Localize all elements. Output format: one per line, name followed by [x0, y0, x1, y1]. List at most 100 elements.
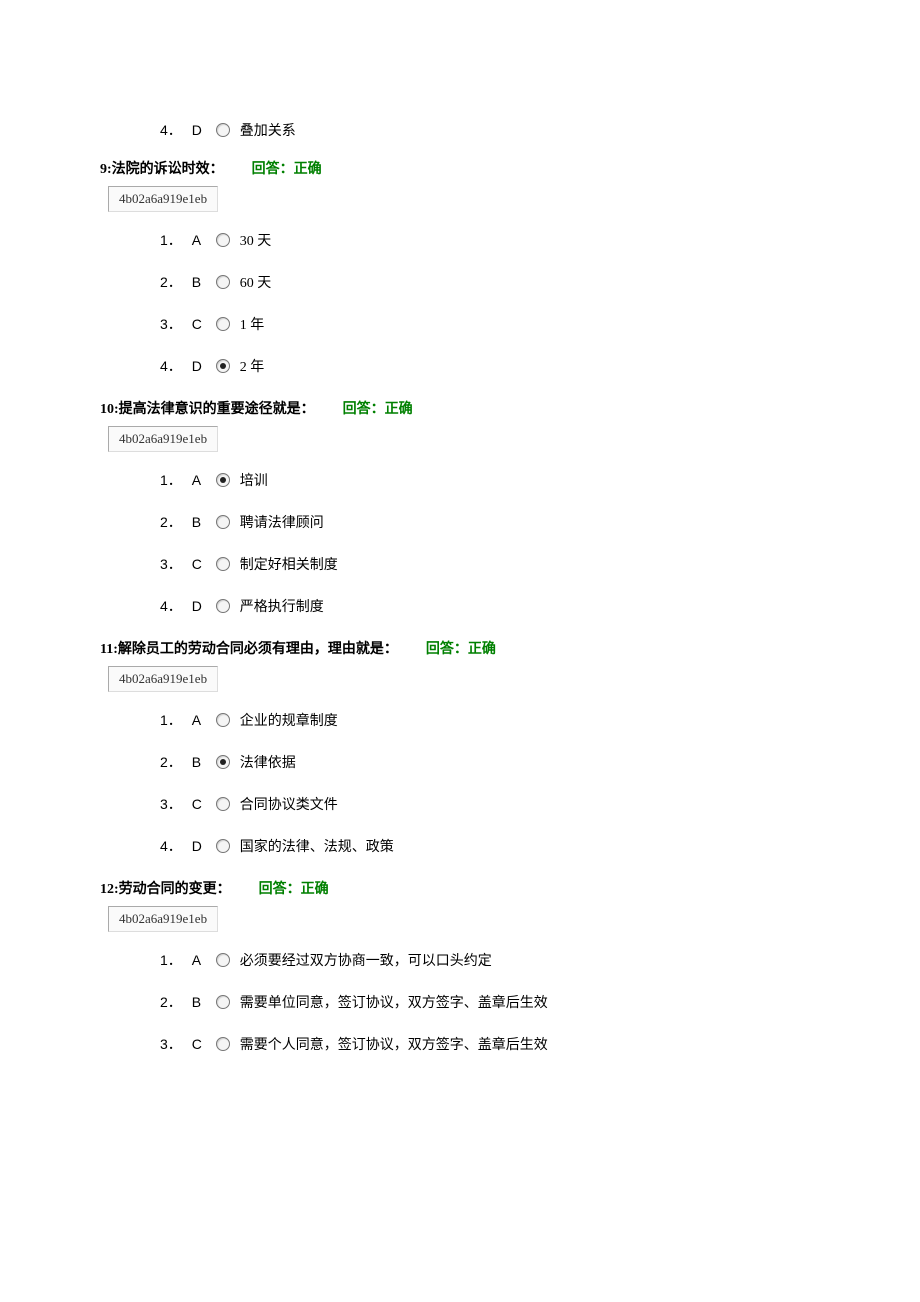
radio-icon[interactable] — [216, 995, 230, 1009]
radio-selected-icon[interactable] — [216, 755, 230, 769]
option-row: 4． D 2 年 — [160, 356, 820, 376]
options-list: 1． A 30 天 2． B 60 天 3． C 1 年 4． D 2 年 — [160, 230, 820, 376]
option-row: 1． A 必须要经过双方协商一致，可以口头约定 — [160, 950, 820, 970]
option-text: 法律依据 — [240, 752, 296, 772]
option-text: 培训 — [240, 470, 268, 490]
radio-icon[interactable] — [216, 123, 230, 137]
option-row: 4．D国家的法律、法规、政策 — [160, 836, 820, 856]
option-row: 3． C 合同协议类文件 — [160, 794, 820, 814]
option-row: 4．D严格执行制度 — [160, 596, 820, 616]
radio-icon[interactable] — [216, 599, 230, 613]
option-letter: A — [192, 232, 206, 248]
question-header: 11:解除员工的劳动合同必须有理由，理由就是： 回答：正确 — [100, 638, 820, 658]
document-page: 4． D 叠加关系 9:法院的诉讼时效： 回答：正确 4b02a6a919e1eb 1… — [0, 0, 920, 1116]
code-box: 4b02a6a919e1eb — [108, 186, 218, 212]
radio-icon[interactable] — [216, 557, 230, 571]
option-text: 必须要经过双方协商一致，可以口头约定 — [240, 950, 492, 970]
option-row: 3． C 需要个人同意，签订协议，双方签字、盖章后生效 — [160, 1034, 820, 1054]
option-letter: C — [192, 1036, 206, 1052]
options-list: 1．A必须要经过双方协商一致，可以口头约定2．B需要单位同意，签订协议，双方签字… — [160, 950, 820, 1054]
option-text: 2 年 — [240, 356, 265, 376]
option-number: 1． — [160, 950, 182, 970]
question-text: 法院的诉讼时效： — [112, 162, 224, 177]
option-number: 3． — [160, 1034, 182, 1054]
radio-icon[interactable] — [216, 317, 230, 331]
option-text: 严格执行制度 — [240, 596, 324, 616]
code-box: 4b02a6a919e1eb — [108, 426, 218, 452]
option-number: 2． — [160, 512, 182, 532]
question-number: 9: — [100, 162, 112, 177]
radio-icon[interactable] — [216, 275, 230, 289]
option-number: 2． — [160, 272, 182, 292]
option-letter: B — [192, 754, 206, 770]
option-text: 需要单位同意，签订协议，双方签字、盖章后生效 — [240, 992, 548, 1012]
option-letter: A — [192, 952, 206, 968]
option-letter: B — [192, 514, 206, 530]
question-number: 10: — [100, 402, 119, 417]
question-header: 9:法院的诉讼时效： 回答：正确 — [100, 158, 820, 178]
option-row: 2． B 法律依据 — [160, 752, 820, 772]
options-list: 1．A企业的规章制度2．B法律依据3．C合同协议类文件4．D国家的法律、法规、政… — [160, 710, 820, 856]
option-row: 1． A 培训 — [160, 470, 820, 490]
option-text: 聘请法律顾问 — [240, 512, 324, 532]
option-row: 3． C 1 年 — [160, 314, 820, 334]
option-letter: D — [192, 598, 206, 614]
option-text: 60 天 — [240, 272, 272, 292]
option-number: 4． — [160, 120, 182, 140]
radio-icon[interactable] — [216, 713, 230, 727]
option-text: 叠加关系 — [240, 120, 296, 140]
option-letter: C — [192, 556, 206, 572]
answer-feedback: 回答：正确 — [259, 882, 329, 897]
option-number: 3． — [160, 554, 182, 574]
option-number: 1． — [160, 710, 182, 730]
code-box: 4b02a6a919e1eb — [108, 906, 218, 932]
question-header: 12:劳动合同的变更： 回答：正确 — [100, 878, 820, 898]
question-text: 提高法律意识的重要途径就是： — [119, 402, 315, 417]
option-text: 需要个人同意，签订协议，双方签字、盖章后生效 — [240, 1034, 548, 1054]
option-text: 合同协议类文件 — [240, 794, 338, 814]
option-text: 1 年 — [240, 314, 265, 334]
radio-selected-icon[interactable] — [216, 473, 230, 487]
option-row: 3．C制定好相关制度 — [160, 554, 820, 574]
option-letter: A — [192, 712, 206, 728]
radio-icon[interactable] — [216, 1037, 230, 1051]
option-row: 1． A 企业的规章制度 — [160, 710, 820, 730]
option-number: 4． — [160, 836, 182, 856]
option-letter: D — [192, 838, 206, 854]
option-number: 3． — [160, 794, 182, 814]
answer-feedback: 回答：正确 — [252, 162, 322, 177]
option-letter: C — [192, 796, 206, 812]
option-row: 2． B 60 天 — [160, 272, 820, 292]
radio-icon[interactable] — [216, 797, 230, 811]
option-number: 2． — [160, 992, 182, 1012]
answer-feedback: 回答：正确 — [426, 642, 496, 657]
option-number: 3． — [160, 314, 182, 334]
option-row: 4． D 叠加关系 — [160, 120, 820, 140]
option-letter: D — [192, 122, 206, 138]
option-number: 1． — [160, 470, 182, 490]
option-letter: C — [192, 316, 206, 332]
radio-icon[interactable] — [216, 233, 230, 247]
radio-icon[interactable] — [216, 515, 230, 529]
question-text: 解除员工的劳动合同必须有理由，理由就是： — [118, 642, 398, 657]
option-row: 1． A 30 天 — [160, 230, 820, 250]
code-box: 4b02a6a919e1eb — [108, 666, 218, 692]
option-text: 企业的规章制度 — [240, 710, 338, 730]
radio-icon[interactable] — [216, 953, 230, 967]
option-letter: A — [192, 472, 206, 488]
radio-selected-icon[interactable] — [216, 359, 230, 373]
option-number: 4． — [160, 356, 182, 376]
question-header: 10:提高法律意识的重要途径就是： 回答：正确 — [100, 398, 820, 418]
option-number: 1． — [160, 230, 182, 250]
option-row: 2． B 聘请法律顾问 — [160, 512, 820, 532]
question-text: 劳动合同的变更： — [119, 882, 231, 897]
radio-icon[interactable] — [216, 839, 230, 853]
options-list: 1．A培训2．B聘请法律顾问3．C制定好相关制度4．D严格执行制度 — [160, 470, 820, 616]
option-number: 2． — [160, 752, 182, 772]
option-text: 30 天 — [240, 230, 272, 250]
question-number: 11: — [100, 642, 118, 657]
option-letter: D — [192, 358, 206, 374]
option-letter: B — [192, 274, 206, 290]
answer-feedback: 回答：正确 — [343, 402, 413, 417]
question-number: 12: — [100, 882, 119, 897]
